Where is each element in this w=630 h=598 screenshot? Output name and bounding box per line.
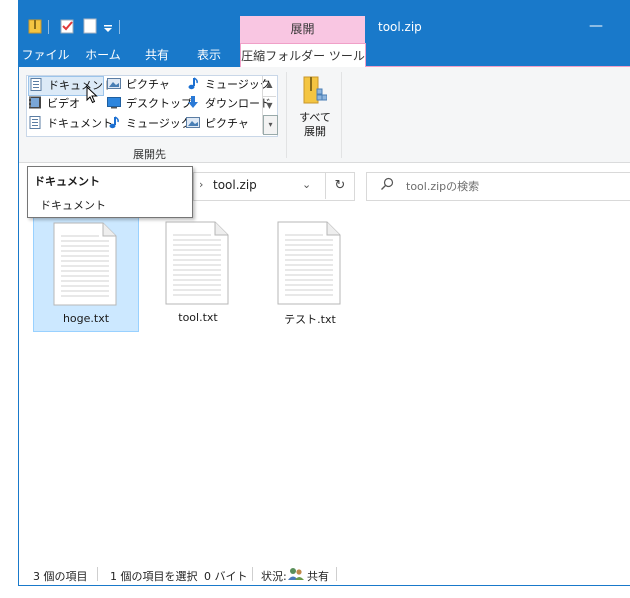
- file-item-tool[interactable]: tool.txt: [146, 214, 250, 330]
- tab-share[interactable]: 共有: [136, 43, 178, 67]
- gallery-scroll-up-button[interactable]: ▲: [263, 76, 276, 94]
- gallery-item-videos[interactable]: ビデオ: [28, 95, 80, 113]
- gallery-item-pictures[interactable]: ピクチャ: [107, 76, 170, 94]
- gallery-item-music[interactable]: ミュージック: [186, 76, 271, 94]
- window-title: tool.zip: [378, 20, 422, 34]
- gallery-item-pictures-2[interactable]: ピクチャ: [186, 115, 249, 133]
- tooltip-body: ドキュメント: [40, 199, 106, 212]
- file-name: テスト.txt: [284, 313, 336, 326]
- music-icon: [109, 116, 119, 129]
- gallery-scroll-down-button[interactable]: ▼: [263, 96, 276, 115]
- window-border: [18, 585, 630, 586]
- document-icon: [29, 116, 41, 129]
- document-icon: [30, 78, 42, 91]
- pictures-icon: [107, 78, 121, 89]
- tab-home[interactable]: ホーム: [78, 43, 128, 67]
- status-state-label: 状況:: [261, 570, 287, 583]
- status-separator: [336, 567, 337, 581]
- gallery-item-label: ピクチャ: [126, 78, 170, 91]
- tab-file[interactable]: ファイル: [19, 43, 72, 67]
- properties-icon[interactable]: [59, 18, 75, 34]
- gallery-item-label: ミュージック: [126, 117, 192, 130]
- address-history-dropdown[interactable]: ⌄: [302, 178, 311, 191]
- breadcrumb-chevron-icon[interactable]: ›: [199, 178, 203, 191]
- video-icon: [29, 96, 41, 109]
- refresh-button[interactable]: ↻: [325, 172, 354, 199]
- text-file-icon: [277, 221, 341, 305]
- customize-qat-icon[interactable]: [103, 18, 113, 34]
- status-size: 0 バイト: [204, 570, 248, 583]
- download-icon: [188, 96, 198, 108]
- status-item-count: 3 個の項目: [33, 570, 88, 583]
- status-state-value: 共有: [307, 570, 329, 583]
- extract-all-button[interactable]: すべて 展開: [294, 75, 336, 139]
- ribbon-group-separator: [286, 72, 287, 158]
- status-separator: [97, 567, 98, 581]
- file-name: tool.txt: [178, 311, 218, 324]
- gallery-scrollbar: ▲ ▼ ▾: [262, 76, 278, 135]
- shared-users-icon: [288, 568, 304, 580]
- music-icon: [188, 77, 198, 90]
- new-folder-icon[interactable]: [83, 18, 97, 34]
- extract-all-label-line1: すべて: [299, 111, 331, 124]
- qat-separator: [119, 20, 120, 34]
- ribbon-group-label: 展開先: [133, 148, 166, 161]
- mouse-cursor-icon: [86, 86, 98, 104]
- address-path[interactable]: tool.zip: [213, 178, 257, 192]
- gallery-item-label: ビデオ: [47, 97, 80, 110]
- desktop-icon: [107, 97, 121, 109]
- gallery-item-documents-2[interactable]: ドキュメント: [28, 115, 113, 133]
- folder-zip-icon[interactable]: [28, 18, 42, 34]
- extract-all-icon: [303, 76, 328, 104]
- ribbon-group-separator: [341, 72, 342, 158]
- tab-compressed-folder-tools[interactable]: 圧縮フォルダー ツール: [240, 43, 366, 67]
- status-separator: [252, 567, 253, 581]
- gallery-item-label: ピクチャ: [205, 117, 249, 130]
- extract-all-label-line2: 展開: [304, 125, 326, 138]
- gallery-item-label: ドキュメント: [47, 117, 113, 130]
- text-file-icon: [53, 222, 117, 306]
- search-icon: [381, 177, 394, 190]
- file-name: hoge.txt: [62, 312, 110, 325]
- gallery-item-label: デスクトップ: [126, 97, 192, 110]
- tooltip-title: ドキュメント: [34, 175, 100, 188]
- context-tab-title: 展開: [240, 16, 365, 43]
- window-border: [18, 0, 19, 585]
- gallery-item-desktop[interactable]: デスクトップ: [107, 95, 192, 113]
- minimize-button[interactable]: —: [586, 18, 606, 34]
- gallery-item-label: ミュージック: [205, 78, 271, 91]
- gallery-more-button[interactable]: ▾: [263, 115, 278, 135]
- tab-view[interactable]: 表示: [186, 43, 232, 67]
- gallery-item-label: ドキュメント: [48, 79, 114, 92]
- gallery-item-music-2[interactable]: ミュージック: [107, 115, 192, 133]
- gallery-item-downloads[interactable]: ダウンロード: [186, 95, 271, 113]
- search-input[interactable]: tool.zipの検索: [406, 178, 479, 194]
- pictures-icon: [186, 117, 200, 128]
- qat-separator: [48, 20, 49, 34]
- status-selected: 1 個の項目を選択: [110, 570, 198, 583]
- tooltip: ドキュメント ドキュメント: [27, 166, 193, 218]
- text-file-icon: [165, 221, 229, 305]
- file-item-hoge[interactable]: hoge.txt: [33, 214, 139, 332]
- file-item-test[interactable]: テスト.txt: [258, 214, 362, 330]
